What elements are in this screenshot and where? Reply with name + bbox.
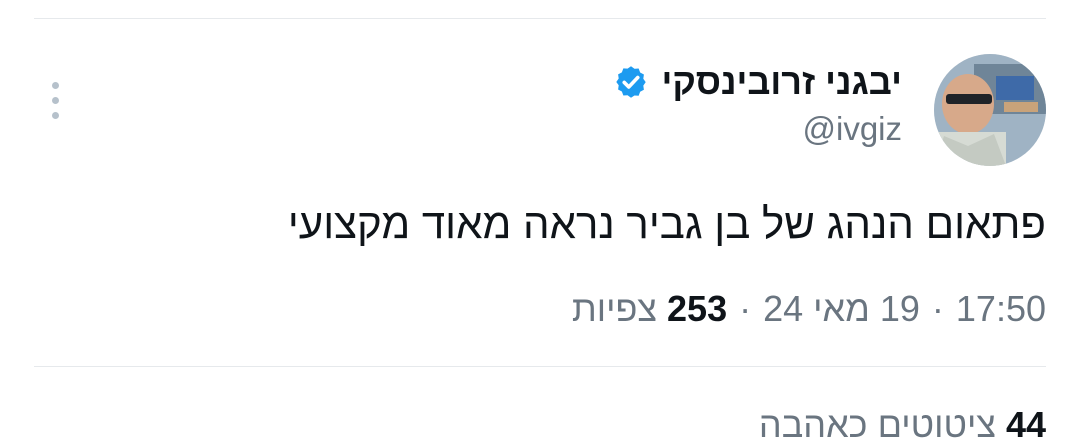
tweet-date[interactable]: 19 מאי 24: [763, 288, 920, 330]
verified-badge-icon: [616, 66, 647, 98]
tweet-text: פתאום הנהג של בן גביר נראה מאוד מקצועי: [287, 200, 1046, 247]
more-options-icon[interactable]: [40, 78, 70, 122]
engagement-row[interactable]: 44ציטוטים כאהבה: [759, 404, 1046, 446]
quotes-count: 44: [1005, 404, 1046, 445]
bottom-divider: [34, 366, 1046, 367]
views-count[interactable]: 253: [667, 288, 727, 330]
avatar[interactable]: [934, 54, 1046, 166]
tweet-time[interactable]: 17:50: [956, 288, 1046, 330]
views-label: צפיות: [571, 288, 658, 329]
author-name[interactable]: יבגני זרובינסקי: [661, 60, 902, 104]
avatar-photo: [934, 54, 1046, 166]
tweet-meta: 17:50 · 19 מאי 24 · 253 צפיות: [572, 288, 1046, 330]
meta-separator: ·: [931, 288, 944, 329]
top-divider: [34, 18, 1046, 19]
meta-separator: ·: [739, 288, 752, 329]
tweet-author: יבגני זרובינסקי @ivgiz: [613, 60, 902, 148]
quotes-label: ציטוטים כאהבה: [758, 404, 996, 445]
author-handle[interactable]: @ivgiz: [613, 110, 902, 148]
author-name-row: יבגני זרובינסקי: [613, 60, 902, 104]
